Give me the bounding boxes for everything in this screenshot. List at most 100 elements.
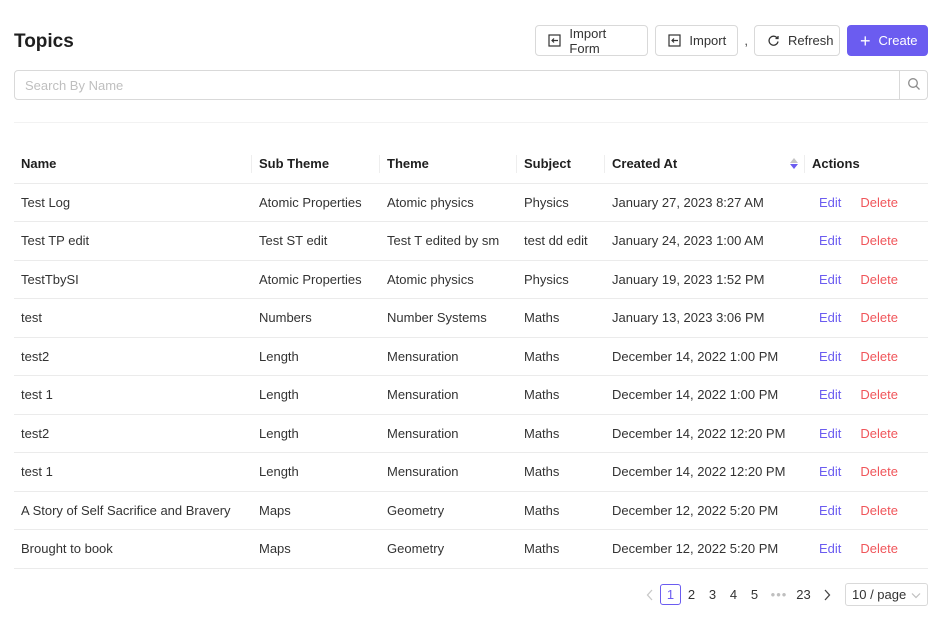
page-1[interactable]: 1: [660, 584, 681, 605]
cell-actions: Edit Delete: [805, 221, 928, 261]
cell-sub-theme: Maps: [252, 491, 380, 530]
delete-link[interactable]: Delete: [860, 464, 898, 479]
table-header-row: Name Sub Theme Theme Subject Created At …: [14, 145, 928, 184]
page-2[interactable]: 2: [681, 584, 702, 605]
cell-sub-theme: Length: [252, 375, 380, 415]
cell-sub-theme: Length: [252, 452, 380, 492]
pagination: 1 2 3 4 5 ••• 23 10 / page: [639, 583, 928, 606]
cell-created-at: January 13, 2023 3:06 PM: [605, 298, 805, 338]
column-header-created-at[interactable]: Created At: [605, 145, 805, 184]
table-row: test2 Length Mensuration Maths December 14, …: [14, 414, 928, 453]
page-size-select[interactable]: 10 / page: [845, 583, 928, 606]
delete-link[interactable]: Delete: [860, 233, 898, 248]
cell-theme: Test T edited by sm: [380, 221, 517, 261]
cell-created-at: December 12, 2022 5:20 PM: [605, 491, 805, 530]
table-row: TestTbySI Atomic Properties Atomic physics…: [14, 260, 928, 299]
import-icon: [668, 34, 681, 48]
chevron-left-icon[interactable]: [639, 584, 660, 605]
cell-created-at: December 14, 2022 1:00 PM: [605, 337, 805, 376]
cell-name: Brought to book: [14, 529, 252, 569]
search-icon: [907, 77, 921, 94]
edit-link[interactable]: Edit: [819, 272, 841, 287]
delete-link[interactable]: Delete: [860, 387, 898, 402]
page-5[interactable]: 5: [744, 584, 765, 605]
topics-table: Name Sub Theme Theme Subject Created At …: [14, 145, 928, 569]
edit-link[interactable]: Edit: [819, 349, 841, 364]
refresh-button[interactable]: Refresh: [754, 25, 840, 56]
cell-sub-theme: Maps: [252, 529, 380, 569]
cell-actions: Edit Delete: [805, 337, 928, 376]
delete-link[interactable]: Delete: [860, 272, 898, 287]
search-input[interactable]: [15, 71, 899, 99]
delete-link[interactable]: Delete: [860, 195, 898, 210]
delete-link[interactable]: Delete: [860, 541, 898, 556]
cell-theme: Geometry: [380, 529, 517, 569]
page-last[interactable]: 23: [793, 584, 814, 605]
page-ellipsis[interactable]: •••: [765, 584, 793, 605]
cell-actions: Edit Delete: [805, 414, 928, 453]
delete-link[interactable]: Delete: [860, 310, 898, 325]
cell-subject: Maths: [517, 298, 605, 338]
cell-created-at: December 14, 2022 12:20 PM: [605, 452, 805, 492]
cell-subject: test dd edit: [517, 221, 605, 261]
cell-theme: Number Systems: [380, 298, 517, 338]
edit-link[interactable]: Edit: [819, 195, 841, 210]
table-row: test 1 Length Mensuration Maths December 14,…: [14, 375, 928, 415]
create-button[interactable]: + Create: [847, 25, 928, 56]
edit-link[interactable]: Edit: [819, 387, 841, 402]
cell-subject: Physics: [517, 260, 605, 299]
delete-link[interactable]: Delete: [860, 503, 898, 518]
table-row: Brought to book Maps Geometry Maths December…: [14, 529, 928, 569]
table-row: test 1 Length Mensuration Maths December 14,…: [14, 452, 928, 492]
cell-name: TestTbySI: [14, 260, 252, 299]
edit-link[interactable]: Edit: [819, 233, 841, 248]
delete-link[interactable]: Delete: [860, 349, 898, 364]
cell-actions: Edit Delete: [805, 529, 928, 569]
chevron-right-icon[interactable]: [816, 584, 837, 605]
delete-link[interactable]: Delete: [860, 426, 898, 441]
divider: [14, 122, 928, 123]
cell-name: test2: [14, 414, 252, 453]
import-button[interactable]: Import: [655, 25, 739, 56]
cell-created-at: January 24, 2023 1:00 AM: [605, 221, 805, 261]
cell-actions: Edit Delete: [805, 491, 928, 530]
cell-sub-theme: Numbers: [252, 298, 380, 338]
cell-sub-theme: Test ST edit: [252, 221, 380, 261]
cell-theme: Mensuration: [380, 375, 517, 415]
page-size-value: 10 / page: [852, 587, 907, 602]
cell-name: Test TP edit: [14, 221, 252, 261]
sort-icon[interactable]: [790, 158, 798, 169]
table-row: Test Log Atomic Properties Atomic physics P…: [14, 183, 928, 222]
column-header-subject: Subject: [517, 145, 605, 184]
edit-link[interactable]: Edit: [819, 464, 841, 479]
import-icon: [548, 34, 561, 48]
edit-link[interactable]: Edit: [819, 541, 841, 556]
page-title: Topics: [14, 31, 74, 52]
cell-actions: Edit Delete: [805, 260, 928, 299]
import-form-button[interactable]: Import Form: [535, 25, 649, 56]
edit-link[interactable]: Edit: [819, 503, 841, 518]
page-3[interactable]: 3: [702, 584, 723, 605]
plus-icon: +: [860, 30, 871, 51]
cell-theme: Atomic physics: [380, 183, 517, 222]
column-header-theme: Theme: [380, 145, 517, 184]
cell-sub-theme: Atomic Properties: [252, 260, 380, 299]
search-button[interactable]: [899, 71, 927, 99]
cell-subject: Maths: [517, 414, 605, 453]
cell-theme: Atomic physics: [380, 260, 517, 299]
cell-subject: Maths: [517, 491, 605, 530]
cell-subject: Maths: [517, 337, 605, 376]
cell-sub-theme: Atomic Properties: [252, 183, 380, 222]
cell-name: test 1: [14, 452, 252, 492]
refresh-label: Refresh: [788, 33, 834, 48]
page-4[interactable]: 4: [723, 584, 744, 605]
edit-link[interactable]: Edit: [819, 310, 841, 325]
cell-theme: Mensuration: [380, 337, 517, 376]
cell-subject: Maths: [517, 529, 605, 569]
cell-subject: Maths: [517, 452, 605, 492]
cell-name: test: [14, 298, 252, 338]
cell-created-at: January 27, 2023 8:27 AM: [605, 183, 805, 222]
cell-theme: Geometry: [380, 491, 517, 530]
edit-link[interactable]: Edit: [819, 426, 841, 441]
cell-name: A Story of Self Sacrifice and Bravery: [14, 491, 252, 530]
